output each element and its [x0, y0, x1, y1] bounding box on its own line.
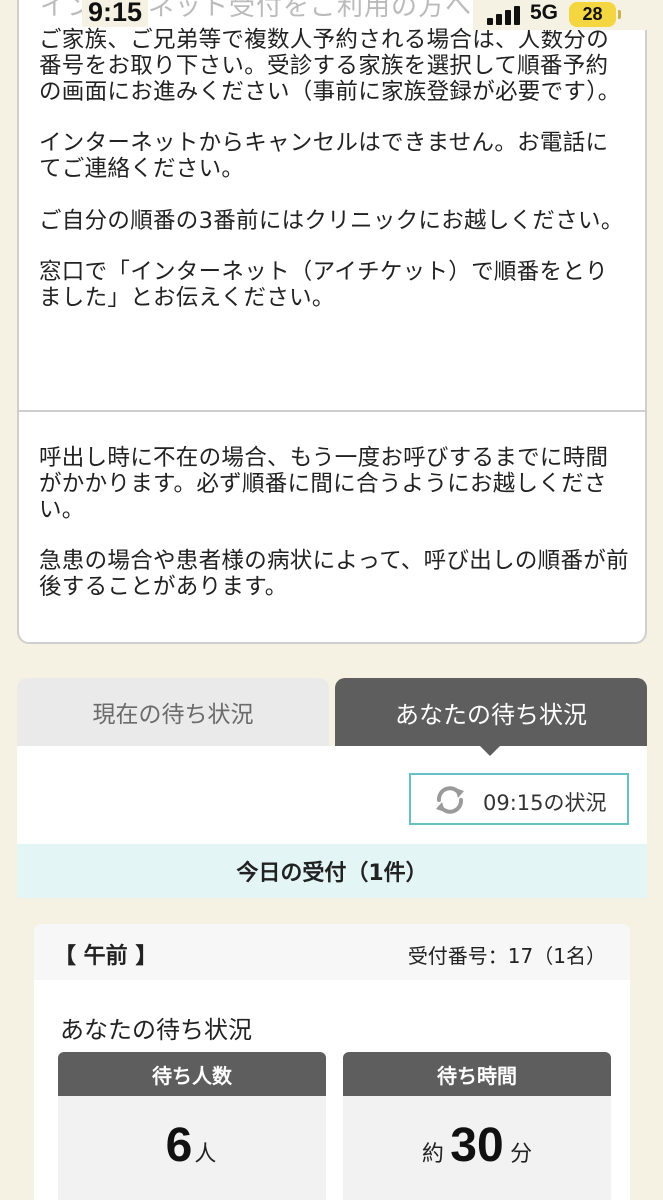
waiting-people-unit: 人	[194, 1141, 217, 1166]
your-status-title: あなたの待ち状況	[60, 1016, 252, 1044]
notice-reception-desk: 窓口で「インターネット（アイチケット）で順番をとりました」とお伝えください。	[39, 259, 608, 311]
page: インターネット受付をご利用の方へ 9:15 5G 28 ご家族、ご兄弟等で複数人…	[0, 0, 663, 1200]
waiting-time-number: 30	[450, 1119, 504, 1172]
tab-your-status[interactable]: あなたの待ち状況	[335, 678, 647, 746]
notice-arrival: ご自分の順番の3番前にはクリニックにお越しください。	[39, 207, 624, 234]
status-content: 09:15の状況 今日の受付（1件） 【 午前 】 受付番号：17（1名） あな…	[17, 746, 647, 1200]
waiting-time-unit: 分	[510, 1141, 533, 1166]
refresh-label: 09:15の状況	[483, 791, 607, 815]
reception-card-header: 【 午前 】 受付番号：17（1名）	[34, 924, 630, 980]
status-indicators: 5G 28	[473, 0, 663, 30]
today-reception-header: 今日の受付（1件）	[17, 844, 647, 898]
waiting-people-number: 6	[165, 1119, 193, 1172]
status-bar: インターネット受付をご利用の方へ 9:15 5G 28	[0, 0, 663, 30]
waiting-time-box: 待ち時間 約 30 分	[343, 1052, 611, 1200]
reception-card: 【 午前 】 受付番号：17（1名） あなたの待ち状況 待ち人数 6人 待ち時間	[34, 924, 630, 1200]
waiting-time-value: 約 30 分	[343, 1118, 611, 1173]
signal-icon	[487, 5, 523, 25]
reception-period: 【 午前 】	[54, 944, 158, 969]
refresh-icon	[436, 786, 464, 814]
notice-family-booking: ご家族、ご兄弟等で複数人予約される場合は、人数分の番号をお取り下さい。受診する家…	[39, 27, 621, 105]
battery-tip	[618, 10, 621, 19]
status-tabs: 現在の待ち状況 あなたの待ち状況	[17, 678, 647, 746]
tab-current-status[interactable]: 現在の待ち状況	[17, 678, 329, 746]
notice-card: ご家族、ご兄弟等で複数人予約される場合は、人数分の番号をお取り下さい。受診する家…	[17, 0, 647, 644]
waiting-time-prefix: 約	[421, 1141, 444, 1166]
waiting-people-value: 6人	[58, 1118, 326, 1173]
waiting-time-label: 待ち時間	[343, 1052, 611, 1096]
notice-divider	[19, 410, 645, 412]
notice-absence: 呼出し時に不在の場合、もう一度お呼びするまでに時間がかかります。必ず順番に間に合…	[39, 445, 609, 523]
active-tab-pointer	[478, 744, 502, 756]
refresh-button[interactable]: 09:15の状況	[409, 773, 629, 825]
notice-section-booking: ご家族、ご兄弟等で複数人予約される場合は、人数分の番号をお取り下さい。受診する家…	[39, 27, 629, 312]
battery-icon: 28	[569, 2, 616, 27]
reception-number: 受付番号：17（1名）	[407, 944, 606, 968]
status-time: 9:15	[82, 0, 149, 27]
reception-area: 【 午前 】 受付番号：17（1名） あなたの待ち状況 待ち人数 6人 待ち時間	[17, 898, 647, 1200]
notice-section-calling: 呼出し時に不在の場合、もう一度お呼びするまでに時間がかかります。必ず順番に間に合…	[39, 445, 629, 601]
notice-emergency: 急患の場合や患者様の病状によって、呼び出しの順番が前後することがあります。	[39, 548, 629, 600]
waiting-people-box: 待ち人数 6人	[58, 1052, 326, 1200]
waiting-people-label: 待ち人数	[58, 1052, 326, 1096]
notice-cancel: インターネットからキャンセルはできません。お電話にてご連絡ください。	[39, 130, 609, 182]
network-type: 5G	[530, 1, 559, 24]
